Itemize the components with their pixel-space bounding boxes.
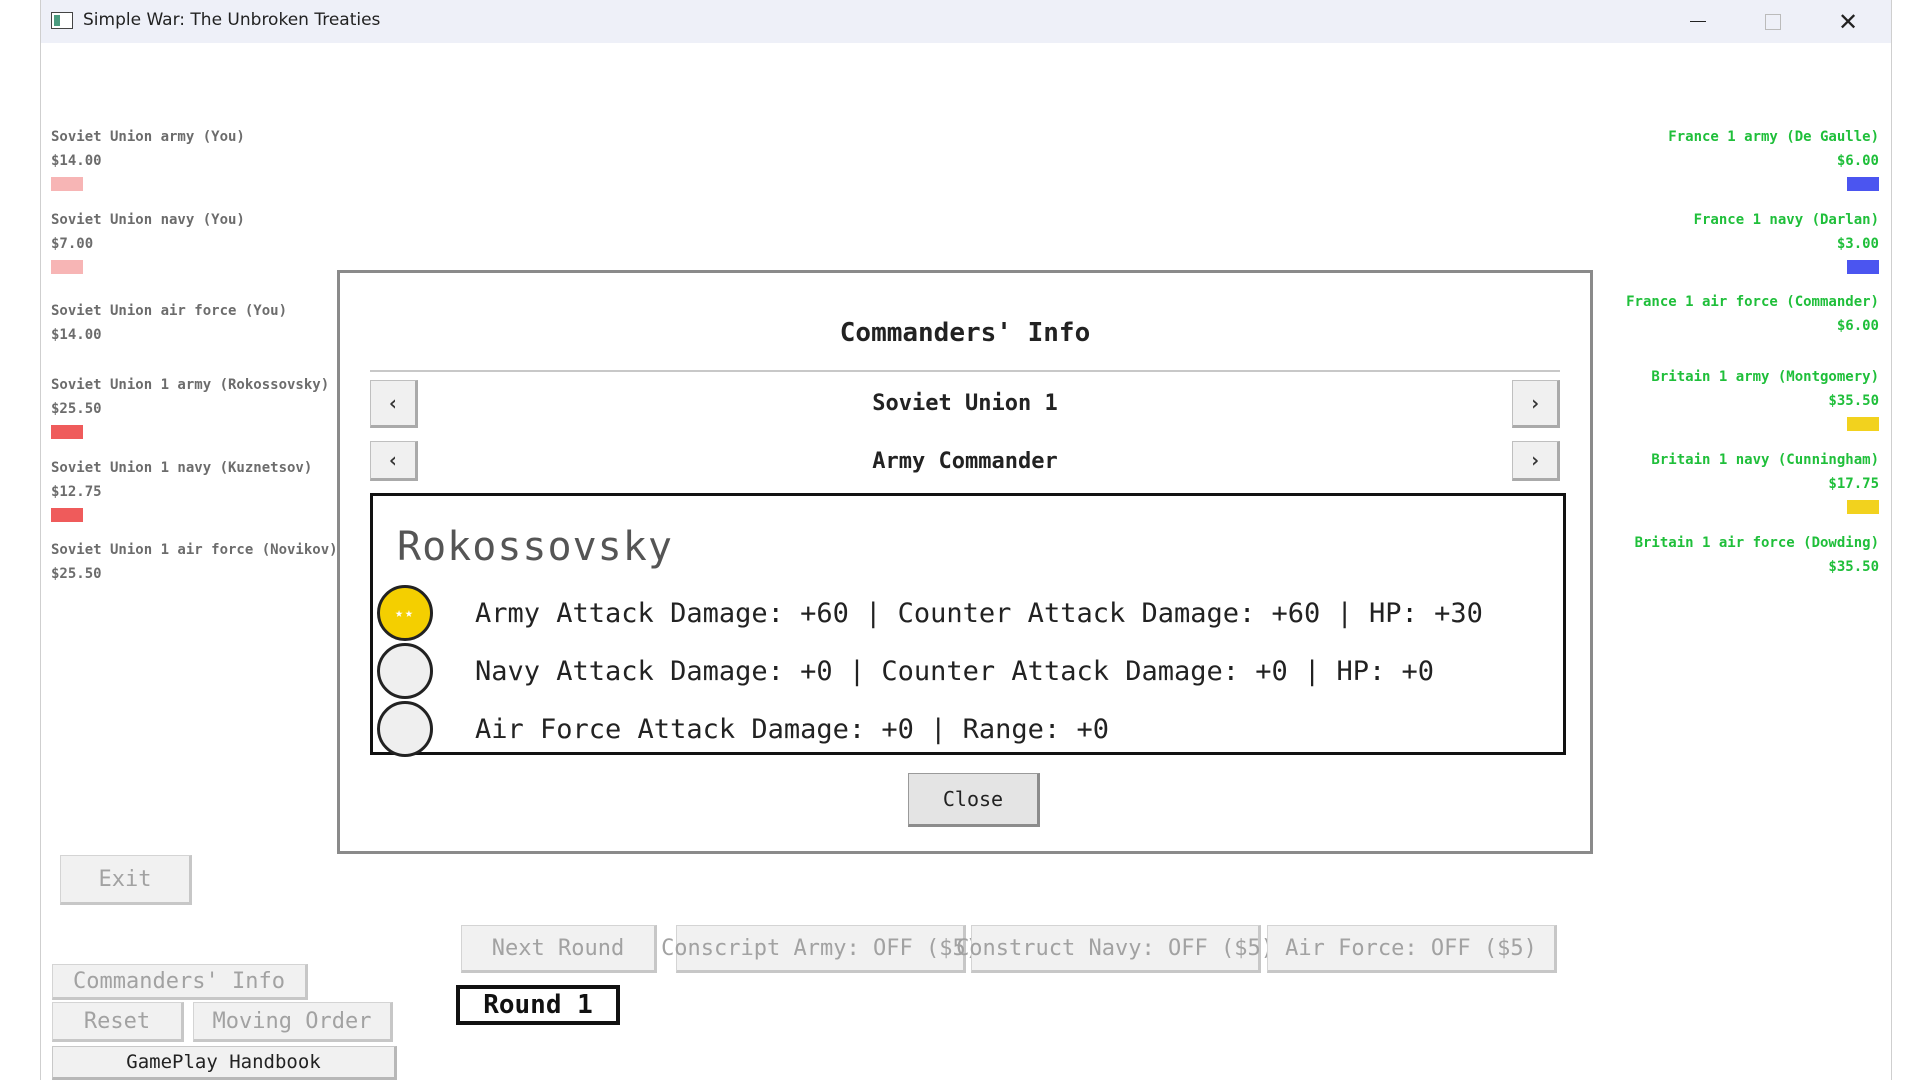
stat-name: France 1 navy (Darlan) xyxy=(1693,212,1879,228)
title-bar[interactable]: Simple War: The Unbroken Treaties ✕ xyxy=(41,0,1891,43)
next-country-button[interactable]: › xyxy=(1512,380,1560,428)
divider xyxy=(370,370,1560,372)
chevron-left-icon: ‹ xyxy=(386,448,400,472)
stat-money: $35.50 xyxy=(1828,393,1879,409)
commanders-info-button[interactable]: Commanders' Info xyxy=(52,964,308,1000)
stat-name: Soviet Union 1 air force (Novikov) xyxy=(51,542,338,558)
maximize-button[interactable] xyxy=(1736,0,1810,43)
role-label: Army Commander xyxy=(872,449,1058,474)
construct-navy-button[interactable]: Construct Navy: OFF ($5) xyxy=(956,925,1274,973)
game-window: Simple War: The Unbroken Treaties ✕ Sovi… xyxy=(40,0,1892,1080)
stat-name: France 1 army (De Gaulle) xyxy=(1668,129,1879,145)
country-label: Soviet Union 1 xyxy=(872,391,1058,416)
bonus-text: Navy Attack Damage: +0 | Counter Attack … xyxy=(475,655,1435,687)
app-icon xyxy=(51,12,73,29)
window-title: Simple War: The Unbroken Treaties xyxy=(83,10,381,30)
moving-order-button[interactable]: Moving Order xyxy=(193,1002,393,1042)
stat-soviet1-airforce: Soviet Union 1 air force (Novikov) $25.5… xyxy=(51,538,341,586)
close-icon: ✕ xyxy=(1837,7,1859,36)
prev-country-button[interactable]: ‹ xyxy=(370,380,418,428)
strength-bar xyxy=(51,260,83,274)
strength-bar xyxy=(51,508,83,522)
stat-money: $14.00 xyxy=(51,327,102,343)
chevron-left-icon: ‹ xyxy=(386,391,400,415)
star-icon: ★★ xyxy=(395,605,415,621)
stat-money: $6.00 xyxy=(1836,318,1879,334)
stat-name: Britain 1 air force (Dowding) xyxy=(1634,535,1879,551)
star-level-icon: ★★ xyxy=(377,585,433,641)
strength-bar xyxy=(1847,417,1879,431)
maximize-icon xyxy=(1765,13,1781,30)
next-round-button[interactable]: Next Round xyxy=(461,925,657,973)
stat-money: $12.75 xyxy=(51,484,102,500)
stat-soviet-airforce: Soviet Union air force (You) $14.00 xyxy=(51,299,341,347)
close-window-button[interactable]: ✕ xyxy=(1811,0,1885,43)
stat-britain-navy: Britain 1 navy (Cunningham) $17.75 xyxy=(1651,448,1879,514)
stat-money: $25.50 xyxy=(51,566,102,582)
stat-money: $25.50 xyxy=(51,401,102,417)
stat-name: Britain 1 navy (Cunningham) xyxy=(1651,452,1879,468)
stat-soviet1-army: Soviet Union 1 army (Rokossovsky) $25.50 xyxy=(51,373,341,439)
stat-money: $3.00 xyxy=(1836,236,1879,252)
army-bonus-row: ★★ Army Attack Damage: +60 | Counter Att… xyxy=(377,584,1483,642)
strength-bar xyxy=(1847,500,1879,514)
airforce-bonus-row: Air Force Attack Damage: +0 | Range: +0 xyxy=(377,700,1109,758)
chevron-right-icon: › xyxy=(1528,448,1542,472)
gameplay-handbook-button[interactable]: GamePlay Handbook xyxy=(52,1046,397,1080)
stat-money: $7.00 xyxy=(51,236,94,252)
navy-bonus-row: Navy Attack Damage: +0 | Counter Attack … xyxy=(377,642,1434,700)
strength-bar xyxy=(1847,260,1879,274)
stat-soviet-navy: Soviet Union navy (You) $7.00 xyxy=(51,208,341,274)
conscript-army-button[interactable]: Conscript Army: OFF ($5) xyxy=(661,925,979,973)
stat-name: Soviet Union navy (You) xyxy=(51,212,245,228)
minimize-button[interactable] xyxy=(1661,0,1735,43)
stat-name: Britain 1 army (Montgomery) xyxy=(1651,369,1879,385)
strength-bar xyxy=(1847,177,1879,191)
close-dialog-button[interactable]: Close xyxy=(908,773,1040,827)
dialog-title: Commanders' Info xyxy=(839,318,1091,348)
stat-name: Soviet Union 1 army (Rokossovsky) xyxy=(51,377,330,393)
stat-name: Soviet Union 1 navy (Kuznetsov) xyxy=(51,460,313,476)
bonus-text: Air Force Attack Damage: +0 | Range: +0 xyxy=(475,713,1109,745)
bonus-text: Army Attack Damage: +60 | Counter Attack… xyxy=(475,597,1483,629)
stat-money: $14.00 xyxy=(51,153,102,169)
stat-france-navy: France 1 navy (Darlan) $3.00 xyxy=(1694,208,1879,274)
stat-soviet-army: Soviet Union army (You) $14.00 xyxy=(51,125,341,191)
star-level-icon xyxy=(377,701,433,757)
stat-name: France 1 air force (Commander) xyxy=(1626,294,1879,310)
stat-soviet1-navy: Soviet Union 1 navy (Kuznetsov) $12.75 xyxy=(51,456,341,522)
next-role-button[interactable]: › xyxy=(1512,441,1560,481)
stat-britain-airforce: Britain 1 air force (Dowding) $35.50 xyxy=(1635,531,1879,579)
commander-name: Rokossovsky xyxy=(397,524,673,570)
round-indicator: Round 1 xyxy=(456,985,620,1025)
stat-france-army: France 1 army (De Gaulle) $6.00 xyxy=(1668,125,1879,191)
commander-info-panel: Rokossovsky ★★ Army Attack Damage: +60 |… xyxy=(370,493,1566,758)
commanders-info-dialog: Commanders' Info ‹ Soviet Union 1 › ‹ Ar… xyxy=(337,270,1593,854)
stat-britain-army: Britain 1 army (Montgomery) $35.50 xyxy=(1651,365,1879,431)
stat-name: Soviet Union air force (You) xyxy=(51,303,288,319)
prev-role-button[interactable]: ‹ xyxy=(370,441,418,481)
stat-money: $6.00 xyxy=(1836,153,1879,169)
strength-bar xyxy=(51,425,83,439)
stat-money: $35.50 xyxy=(1828,559,1879,575)
stat-france-airforce: France 1 air force (Commander) $6.00 xyxy=(1626,290,1879,338)
strength-bar xyxy=(51,177,83,191)
stat-money: $17.75 xyxy=(1828,476,1879,492)
minimize-icon xyxy=(1690,21,1706,22)
reset-button[interactable]: Reset xyxy=(52,1002,184,1042)
exit-button[interactable]: Exit xyxy=(60,855,192,905)
star-level-icon xyxy=(377,643,433,699)
stat-name: Soviet Union army (You) xyxy=(51,129,245,145)
air-force-button[interactable]: Air Force: OFF ($5) xyxy=(1267,925,1557,973)
chevron-right-icon: › xyxy=(1528,391,1542,415)
